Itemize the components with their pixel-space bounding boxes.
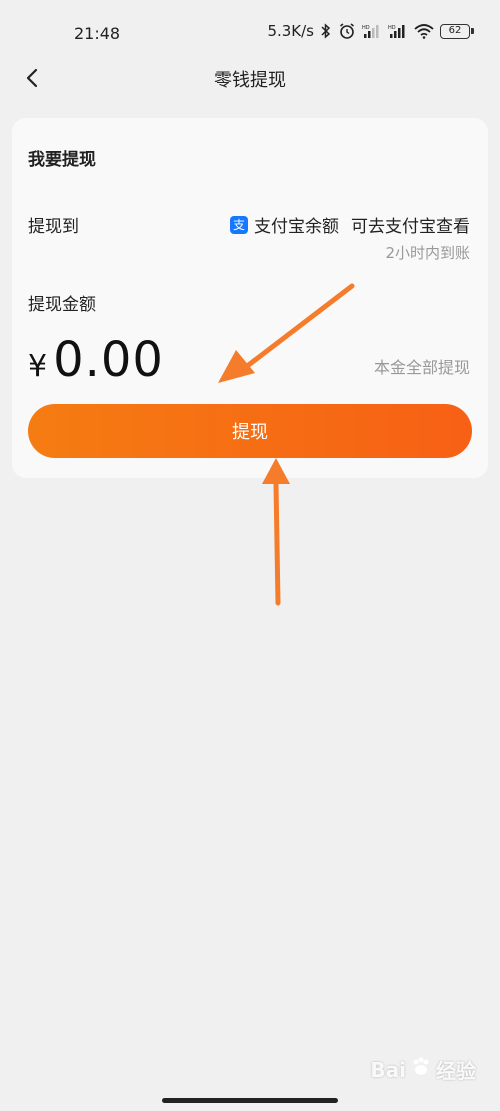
wifi-icon <box>414 23 434 39</box>
alarm-icon <box>338 22 356 40</box>
arrival-note: 2小时内到账 <box>385 244 470 262</box>
destination-name: 支付宝余额 <box>254 217 339 237</box>
paw-icon <box>410 1056 432 1083</box>
status-icons: 5.3K/s HD HD 62 <box>267 22 474 40</box>
baidu-logo: Bai <box>370 1057 406 1082</box>
nav-bar: 零钱提现 <box>0 58 500 98</box>
withdraw-to-label: 提现到 <box>28 217 79 237</box>
svg-text:HD: HD <box>362 25 370 31</box>
signal-hd-icon: HD <box>388 23 408 39</box>
withdraw-destination[interactable]: 支 支付宝余额 可去支付宝查看 <box>230 212 470 237</box>
page-title: 零钱提现 <box>214 70 286 91</box>
withdraw-card: 我要提现 提现到 支 支付宝余额 可去支付宝查看 2小时内到账 提现金额 ¥ 0… <box>12 118 488 478</box>
net-speed: 5.3K/s <box>267 22 314 40</box>
withdraw-all-button[interactable]: 本金全部提现 <box>374 354 470 378</box>
watermark: Bai 经验 <box>370 1055 476 1084</box>
amount-value[interactable]: 0.00 <box>53 332 164 388</box>
status-time: 21:48 <box>74 24 121 43</box>
amount-label: 提现金额 <box>28 295 96 315</box>
battery-icon: 62 <box>440 23 474 39</box>
home-indicator[interactable] <box>162 1098 338 1103</box>
card-title: 我要提现 <box>28 150 96 170</box>
svg-text:HD: HD <box>388 25 396 31</box>
bluetooth-icon <box>320 23 332 39</box>
alipay-icon: 支 <box>230 215 248 234</box>
status-bar: 21:48 5.3K/s HD HD 62 <box>0 0 500 66</box>
watermark-text: 经验 <box>436 1059 476 1083</box>
withdraw-button[interactable]: 提现 <box>28 404 472 458</box>
amount-input[interactable]: ¥ 0.00 <box>28 332 164 388</box>
signal-hd-icon: HD <box>362 23 382 39</box>
currency-symbol: ¥ <box>28 349 48 384</box>
view-in-alipay-link[interactable]: 可去支付宝查看 <box>351 212 470 237</box>
arrow-annotation-icon <box>262 458 290 606</box>
